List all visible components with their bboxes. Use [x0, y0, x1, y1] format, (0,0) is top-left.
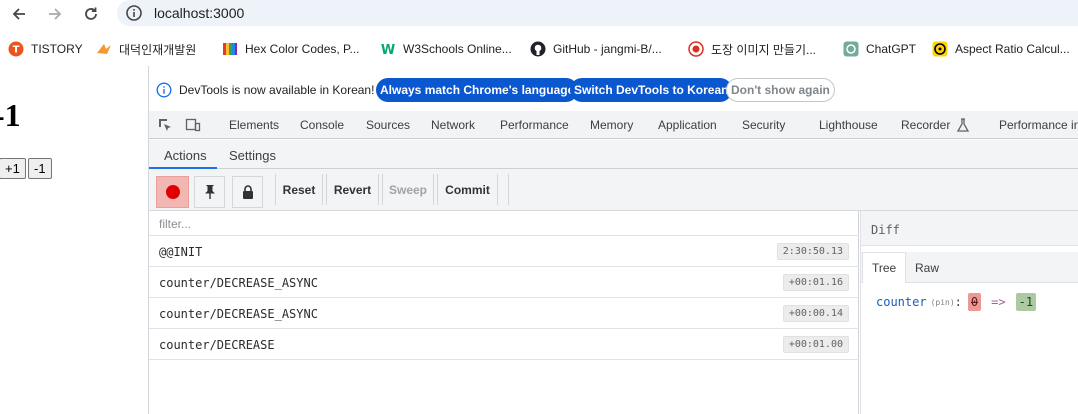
infobar-message: DevTools is now available in Korean!	[179, 83, 375, 97]
tab-tree[interactable]: Tree	[862, 252, 907, 283]
browser-toolbar: localhost:3000	[0, 0, 1078, 28]
tab-security[interactable]: Security	[742, 118, 785, 132]
reload-icon	[85, 7, 97, 20]
filter-input[interactable]	[159, 216, 849, 232]
arrow-right-icon	[49, 8, 62, 20]
forward-button[interactable]	[42, 1, 68, 27]
tab-console[interactable]: Console	[300, 118, 344, 132]
back-button[interactable]	[6, 1, 32, 27]
pin-icon	[204, 185, 215, 199]
color-palette-icon	[222, 41, 238, 57]
action-timestamp: +00:01.00	[782, 336, 849, 353]
inspect-element-icon[interactable]	[157, 117, 173, 133]
lock-icon	[242, 185, 253, 199]
toolbar-spacer	[508, 174, 1078, 205]
tab-raw[interactable]: Raw	[906, 252, 948, 283]
device-toolbar-icon[interactable]	[185, 117, 201, 133]
bookmark-tistory[interactable]: T TISTORY	[8, 38, 83, 60]
diff-entry: counter (pin) : 0 => -1	[876, 293, 1037, 311]
tab-performance[interactable]: Performance	[500, 118, 569, 132]
flask-icon	[956, 118, 970, 132]
url-text: localhost:3000	[154, 5, 245, 21]
address-bar[interactable]: localhost:3000	[117, 0, 1078, 26]
tistory-icon: T	[8, 41, 24, 57]
redux-tabs: Actions Settings	[149, 140, 1078, 169]
diff-old-value: 0	[967, 293, 982, 311]
tab-memory[interactable]: Memory	[590, 118, 633, 132]
diff-key[interactable]: counter	[876, 295, 927, 309]
action-row[interactable]: counter/DECREASE_ASYNC +00:01.16	[149, 267, 859, 298]
action-row[interactable]: counter/DECREASE +00:01.00	[149, 329, 859, 360]
match-language-button[interactable]: Always match Chrome's language	[376, 78, 579, 102]
pin-button[interactable]	[194, 176, 225, 208]
bookmarks-bar: T TISTORY 대덕인재개발원 Hex Color Codes, P... …	[0, 35, 1078, 63]
tab-performance-insights[interactable]: Performance in	[999, 118, 1078, 132]
diff-arrow: =>	[991, 295, 1006, 309]
tab-lighthouse[interactable]: Lighthouse	[819, 118, 878, 132]
bookmark-chatgpt[interactable]: ChatGPT	[843, 38, 916, 60]
diff-colon: :	[954, 295, 962, 309]
diff-title: Diff	[871, 223, 900, 237]
diff-new-value: -1	[1015, 293, 1037, 311]
decrease-button[interactable]: -1	[28, 158, 52, 179]
tab-network[interactable]: Network	[431, 118, 475, 132]
svg-text:W: W	[381, 43, 395, 57]
record-button[interactable]	[156, 176, 189, 208]
bookmark-hex-color[interactable]: Hex Color Codes, P...	[222, 38, 360, 60]
diff-pin-link[interactable]: (pin)	[931, 298, 955, 307]
bookmark-aspect-ratio[interactable]: Aspect Ratio Calcul...	[932, 38, 1070, 60]
action-timestamp: +00:01.16	[782, 274, 849, 291]
aspect-ratio-icon	[932, 41, 948, 57]
revert-button[interactable]: Revert	[326, 174, 379, 205]
site-info-icon[interactable]	[125, 4, 143, 22]
tab-elements[interactable]: Elements	[229, 118, 279, 132]
tab-actions[interactable]: Actions	[164, 148, 207, 163]
diff-pane: Diff Tree Raw counter (pin) : 0 => -1	[860, 211, 1078, 414]
github-icon	[530, 41, 546, 57]
record-icon	[165, 185, 180, 199]
redux-toolbar: Reset Revert Sweep Commit	[149, 169, 1078, 211]
diff-tabs: Tree Raw	[861, 252, 1078, 283]
reset-button[interactable]: Reset	[275, 174, 323, 205]
action-timestamp: 2:30:50.13	[776, 243, 849, 260]
reload-button[interactable]	[78, 1, 104, 27]
chatgpt-icon	[843, 41, 859, 57]
switch-to-korean-button[interactable]: Switch DevTools to Korean	[570, 78, 733, 102]
bookmark-daedeok[interactable]: 대덕인재개발원	[96, 38, 196, 60]
tab-application[interactable]: Application	[658, 118, 717, 132]
action-name: counter/DECREASE	[159, 338, 275, 352]
action-row[interactable]: counter/DECREASE_ASYNC +00:00.14	[149, 298, 859, 329]
action-name: counter/DECREASE_ASYNC	[159, 276, 318, 290]
language-infobar: DevTools is now available in Korean! Alw…	[149, 76, 1078, 106]
increase-button[interactable]: +1	[0, 158, 26, 179]
bookmark-w3schools[interactable]: W W3Schools Online...	[380, 38, 512, 60]
counter-value: -1	[0, 97, 21, 133]
diff-header: Diff	[861, 211, 1078, 246]
info-icon	[156, 82, 172, 98]
arrow-left-icon	[12, 8, 25, 20]
w3schools-icon: W	[380, 41, 396, 57]
filter-bar	[149, 211, 859, 236]
tab-sources[interactable]: Sources	[366, 118, 410, 132]
bookmark-github[interactable]: GitHub - jangmi-B/...	[530, 38, 662, 60]
commit-button[interactable]: Commit	[437, 174, 498, 205]
devtools-tabstrip: Elements Console Sources Network Perform…	[149, 111, 1078, 139]
sweep-button[interactable]: Sweep	[382, 174, 434, 205]
bird-logo-icon	[96, 41, 112, 57]
actions-list: @@INIT 2:30:50.13 counter/DECREASE_ASYNC…	[149, 211, 859, 414]
action-timestamp: +00:00.14	[782, 305, 849, 322]
tab-recorder[interactable]: Recorder	[901, 118, 950, 132]
tab-settings[interactable]: Settings	[229, 148, 276, 163]
action-row[interactable]: @@INIT 2:30:50.13	[149, 236, 859, 267]
svg-text:T: T	[13, 45, 20, 56]
dont-show-again-button[interactable]: Don't show again	[726, 78, 835, 102]
devtools-panel: DevTools is now available in Korean! Alw…	[148, 66, 1078, 414]
lock-button[interactable]	[232, 176, 263, 208]
action-name: counter/DECREASE_ASYNC	[159, 307, 318, 321]
action-name: @@INIT	[159, 245, 203, 259]
web-page: -1 +1 -1	[0, 66, 148, 414]
bookmark-stamp[interactable]: 도장 이미지 만들기...	[688, 38, 816, 60]
stamp-icon	[688, 41, 704, 57]
